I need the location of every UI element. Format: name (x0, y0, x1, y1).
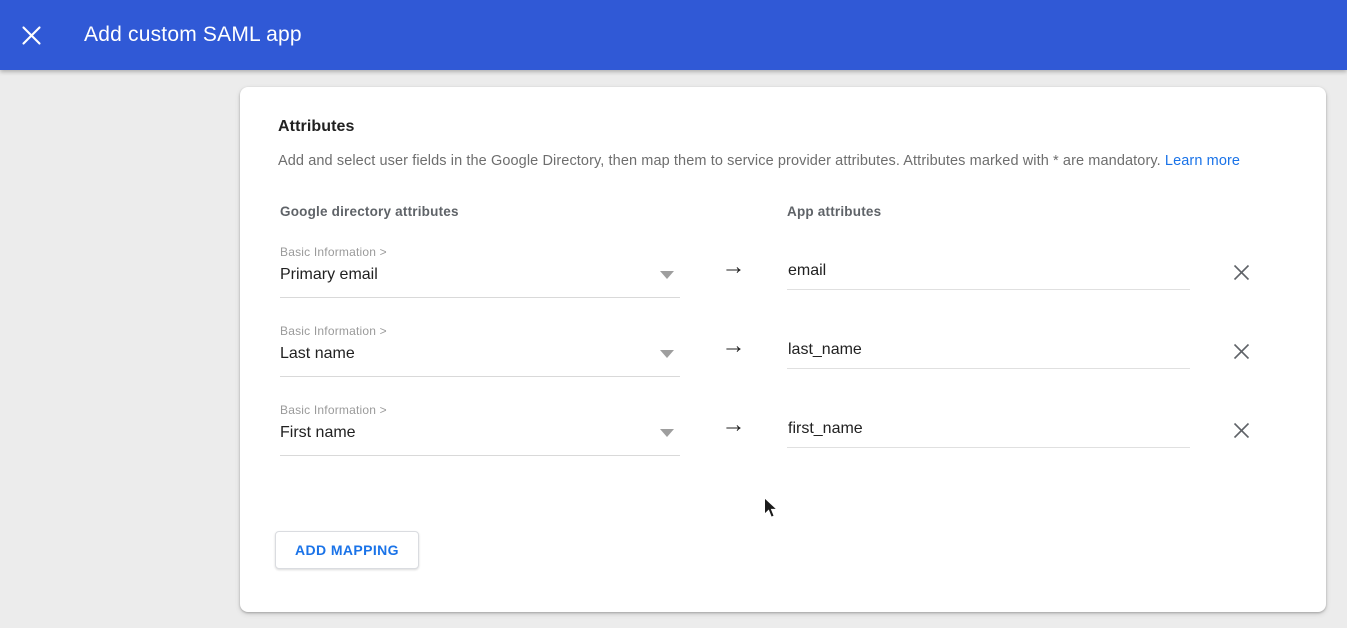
directory-value: Last name (280, 345, 355, 363)
app-attribute-input-1[interactable] (787, 262, 1190, 290)
directory-attribute-select-2[interactable]: Basic Information > Last name (280, 324, 680, 377)
directory-value: Primary email (280, 266, 378, 284)
dropdown-arrow-icon (660, 350, 674, 358)
mapping-row: Basic Information > Last name → (280, 324, 1288, 377)
column-header-app-attributes: App attributes (787, 204, 1190, 219)
app-attribute-input-2[interactable] (787, 341, 1190, 369)
section-title: Attributes (278, 118, 1288, 136)
remove-icon-glyph (1233, 264, 1250, 281)
add-mapping-button[interactable]: ADD MAPPING (275, 531, 419, 569)
remove-mapping-icon[interactable] (1190, 422, 1250, 439)
directory-category-label: Basic Information > (280, 324, 680, 338)
dropdown-arrow-icon (660, 429, 674, 437)
attributes-card: Attributes Add and select user fields in… (240, 87, 1326, 612)
arrow-right-icon: → (680, 334, 787, 358)
mapping-row: Basic Information > Primary email → (280, 245, 1288, 298)
add-custom-saml-app-dialog: Add custom SAML app Attributes Add and s… (0, 0, 1347, 628)
dialog-header: Add custom SAML app (0, 0, 1347, 70)
learn-more-link[interactable]: Learn more (1165, 153, 1240, 169)
directory-value-line: Last name (280, 345, 680, 363)
remove-mapping-icon[interactable] (1190, 264, 1250, 281)
directory-value: First name (280, 424, 356, 442)
mapping-row: Basic Information > First name → (280, 403, 1288, 456)
close-icon[interactable] (11, 15, 51, 55)
dialog-title: Add custom SAML app (84, 23, 302, 47)
column-headers: Google directory attributes App attribut… (280, 204, 1288, 219)
directory-value-line: Primary email (280, 266, 680, 284)
column-header-google-directory: Google directory attributes (280, 204, 680, 219)
directory-attribute-select-1[interactable]: Basic Information > Primary email (280, 245, 680, 298)
section-description: Add and select user fields in the Google… (278, 153, 1288, 169)
dropdown-arrow-icon (660, 271, 674, 279)
remove-icon-glyph (1233, 422, 1250, 439)
directory-attribute-select-3[interactable]: Basic Information > First name (280, 403, 680, 456)
directory-category-label: Basic Information > (280, 403, 680, 417)
section-description-text: Add and select user fields in the Google… (278, 153, 1161, 169)
app-attribute-input-3[interactable] (787, 420, 1190, 448)
directory-category-label: Basic Information > (280, 245, 680, 259)
arrow-right-icon: → (680, 413, 787, 437)
remove-mapping-icon[interactable] (1190, 343, 1250, 360)
remove-icon-glyph (1233, 343, 1250, 360)
close-icon-glyph (22, 26, 41, 45)
arrow-right-icon: → (680, 255, 787, 279)
directory-value-line: First name (280, 424, 680, 442)
